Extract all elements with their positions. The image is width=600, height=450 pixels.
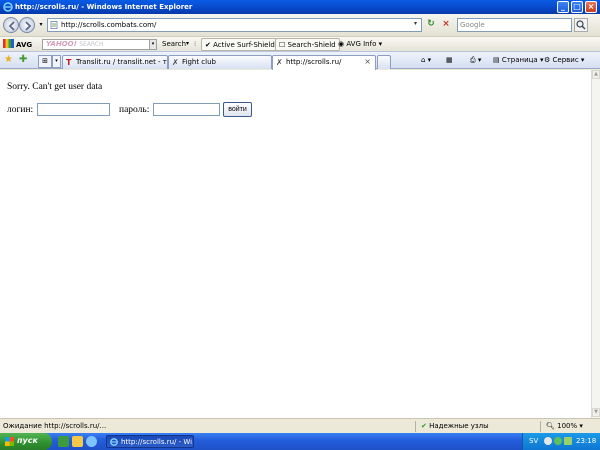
avg-search-options-icon[interactable]: ▾: [186, 40, 189, 47]
refresh-button[interactable]: ↻: [425, 18, 437, 32]
page-icon: [50, 21, 58, 29]
tab-translit-label: Translit.ru / translit.net - тра...: [76, 58, 167, 66]
yahoo-sub: SEARCH: [79, 41, 104, 48]
magnifier-icon: [576, 20, 586, 30]
maximize-button[interactable]: □: [571, 1, 583, 13]
search-input[interactable]: Google: [457, 18, 572, 32]
tab-bar: ★ ✚ ⊞ ▾ T Translit.ru / translit.net - т…: [0, 51, 600, 70]
search-shield-button[interactable]: ☐ Search-Shield: [275, 38, 340, 51]
explorer-quicklaunch-icon[interactable]: [72, 436, 83, 447]
fightclub-icon: ✗: [172, 58, 179, 67]
avg-search-dropdown[interactable]: ▾: [149, 39, 157, 50]
zoom-level: 100%: [557, 422, 578, 430]
avg-toolbar: AVG YAHOO! SEARCH ▾ Search ▾ ⁞ ✔ Active …: [0, 36, 600, 51]
history-dropdown[interactable]: ▾: [35, 18, 47, 32]
clock: 23:18: [576, 437, 597, 445]
taskbar: пуск http://scrolls.ru/ - Wi... SV 23:18: [0, 433, 600, 450]
security-zone[interactable]: ✔ Надежные узлы: [421, 422, 489, 430]
new-tab-button[interactable]: [377, 55, 391, 69]
password-input[interactable]: [153, 103, 220, 116]
close-window-button[interactable]: ×: [585, 1, 597, 13]
quick-tabs-button[interactable]: ⊞: [38, 55, 52, 68]
close-tab-icon[interactable]: ×: [364, 57, 371, 66]
tab-translit[interactable]: T Translit.ru / translit.net - тра...: [62, 55, 168, 69]
avg-info-button[interactable]: ◉ AVG Info ▾: [338, 40, 382, 48]
avg-logo-icon: [3, 39, 14, 48]
status-text: Ожидание http://scrolls.ru/...: [3, 422, 107, 430]
show-desktop-icon[interactable]: [58, 436, 69, 447]
start-button[interactable]: пуск: [0, 433, 52, 450]
toolbar-separator: ⁞: [194, 40, 197, 48]
home-icon[interactable]: ⌂ ▾: [421, 56, 431, 64]
avg-search-button[interactable]: Search: [162, 40, 186, 48]
scroll-down-icon[interactable]: ▼: [592, 408, 600, 417]
forward-button[interactable]: [19, 17, 35, 33]
ie-quicklaunch-icon[interactable]: [86, 436, 97, 447]
status-divider: [540, 421, 541, 432]
password-label: пароль:: [119, 105, 150, 115]
feeds-icon[interactable]: ▦: [446, 56, 453, 64]
tools-menu-label: Сервис: [552, 56, 579, 64]
login-input[interactable]: [37, 103, 110, 116]
translit-icon: T: [66, 58, 72, 67]
tab-scrolls[interactable]: ✗ http://scrolls.ru/ ×: [272, 55, 376, 70]
yahoo-watermark: YAHOO! SEARCH: [46, 40, 104, 48]
forward-arrow-icon: [25, 21, 32, 31]
url-dropdown-icon[interactable]: ▾: [411, 20, 420, 30]
stop-button[interactable]: ×: [440, 18, 452, 32]
tray-avg-icon[interactable]: [554, 437, 562, 445]
zoom-control[interactable]: 🔍︎ 100% ▾: [546, 422, 583, 430]
security-zone-label: Надежные узлы: [429, 422, 489, 430]
login-submit-button[interactable]: войти: [223, 102, 252, 117]
window-title: http://scrolls.ru/ - Windows Internet Ex…: [15, 3, 193, 11]
tray-signal-icon[interactable]: [564, 437, 572, 445]
status-divider: [415, 421, 416, 432]
search-placeholder: Google: [460, 21, 485, 29]
status-bar: Ожидание http://scrolls.ru/... ✔ Надежны…: [0, 418, 600, 433]
back-button[interactable]: [3, 17, 19, 33]
avg-search-input[interactable]: YAHOO! SEARCH: [42, 39, 150, 50]
search-button[interactable]: [574, 18, 588, 32]
url-text: http://scrolls.combats.com/: [61, 21, 157, 29]
avg-logo[interactable]: AVG: [3, 39, 32, 50]
browser-window: http://scrolls.ru/ - Windows Internet Ex…: [0, 0, 600, 433]
page-menu-label: Страница: [501, 56, 538, 64]
tab-fight-club-label: Fight club: [182, 58, 216, 66]
minimize-button[interactable]: _: [557, 1, 569, 13]
system-tray: SV 23:18: [522, 433, 600, 450]
ie-icon: [3, 2, 13, 12]
yahoo-text: YAHOO!: [46, 40, 77, 48]
tab-fight-club[interactable]: ✗ Fight club: [168, 55, 272, 69]
avg-logo-text: AVG: [16, 41, 33, 49]
tab-list-dropdown[interactable]: ▾: [52, 55, 61, 68]
checkmark-icon: ✔: [421, 422, 427, 430]
page-content: Sorry. Can't get user data логин: пароль…: [0, 70, 591, 418]
error-message: Sorry. Can't get user data: [7, 82, 103, 92]
language-indicator[interactable]: SV: [529, 437, 538, 445]
search-shield-label: Search-Shield: [287, 41, 336, 49]
avg-info-label: AVG Info: [346, 40, 377, 48]
active-surf-shield-label: Active Surf-Shield: [213, 41, 275, 49]
vertical-scrollbar[interactable]: ▲ ▼: [591, 70, 600, 418]
start-label: пуск: [17, 436, 38, 445]
taskbar-item-label: http://scrolls.ru/ - Wi...: [121, 438, 194, 446]
page-menu[interactable]: ▤ Страница ▾: [493, 56, 543, 64]
windows-flag-icon: [5, 437, 14, 446]
page-icon: ✗: [276, 58, 283, 67]
tab-scrolls-label: http://scrolls.ru/: [286, 58, 342, 66]
title-bar: http://scrolls.ru/ - Windows Internet Ex…: [0, 0, 600, 14]
active-surf-shield-button[interactable]: ✔ Active Surf-Shield: [201, 38, 279, 51]
ie-icon: [110, 438, 118, 446]
print-icon[interactable]: ⎙ ▾: [470, 56, 481, 65]
tray-network-icon[interactable]: [544, 437, 552, 445]
address-row: ▾ http://scrolls.combats.com/ ▾ ↻ × Goog…: [0, 14, 600, 36]
taskbar-ie-window[interactable]: http://scrolls.ru/ - Wi...: [106, 435, 194, 448]
add-favorites-icon[interactable]: ✚: [19, 54, 27, 65]
address-bar[interactable]: http://scrolls.combats.com/ ▾: [47, 18, 422, 32]
back-arrow-icon: [8, 21, 15, 31]
scroll-up-icon[interactable]: ▲: [592, 70, 600, 79]
favorites-star-icon[interactable]: ★: [4, 54, 13, 65]
tools-menu[interactable]: ⚙ Сервис ▾: [544, 56, 584, 64]
login-label: логин:: [7, 105, 34, 115]
